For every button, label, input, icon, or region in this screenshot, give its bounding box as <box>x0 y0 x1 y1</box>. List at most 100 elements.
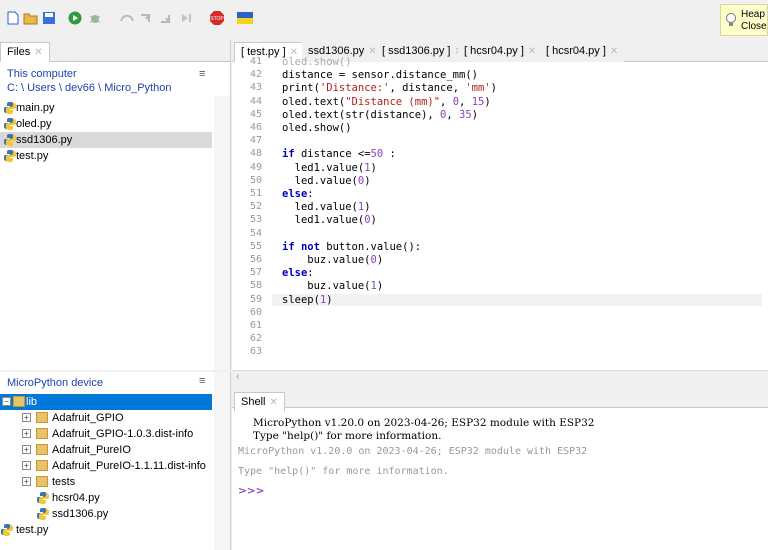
tree-file[interactable]: test.py <box>0 522 48 538</box>
code-line[interactable]: sleep(1) <box>272 293 762 306</box>
code-token: oled.show() <box>282 122 352 134</box>
code-line[interactable]: print('Distance:', distance, 'mm') <box>282 82 497 94</box>
code-line[interactable]: buz.value(0) <box>282 254 383 266</box>
code-token: distance <= <box>294 148 371 161</box>
resume-icon[interactable] <box>178 9 196 27</box>
device-scrollbar[interactable] <box>214 372 230 550</box>
code-line[interactable]: led1.value(0) <box>282 214 377 226</box>
folder-icon <box>36 460 48 471</box>
code-token: : <box>307 188 314 200</box>
line-number: 49 <box>249 161 262 173</box>
device-title: MicroPython device <box>7 377 103 389</box>
code-line[interactable]: distance = sensor.distance_mm() <box>282 69 478 81</box>
code-token: led1.value( <box>282 214 365 227</box>
line-number: 43 <box>249 82 262 94</box>
line-number: 59 <box>249 293 262 305</box>
step-into-icon[interactable] <box>138 9 156 27</box>
code-token: if not <box>282 240 320 253</box>
debug-icon[interactable] <box>86 9 104 27</box>
code-line[interactable]: led1.value(1) <box>282 162 377 174</box>
file-main-py[interactable]: main.py <box>0 100 212 116</box>
code-token: buz.value( <box>282 254 371 266</box>
line-number: 61 <box>249 320 262 331</box>
tab-files[interactable]: Files ✕ <box>0 42 50 62</box>
panel-menu-icon[interactable]: ≡ <box>199 375 205 387</box>
code-line[interactable]: buz.value(1) <box>282 280 383 292</box>
shell-panel: Shell ✕ MicroPython v1.20.0 on 2023-04-26… <box>232 386 768 550</box>
line-number: 57 <box>249 267 262 279</box>
run-icon[interactable] <box>66 9 84 27</box>
python-file-icon <box>37 508 49 520</box>
close-icon[interactable]: ✕ <box>269 397 277 408</box>
expand-icon[interactable]: + <box>22 477 31 486</box>
code-line[interactable]: oled.text(str(distance), 0, 35) <box>282 109 478 121</box>
tree-folder[interactable]: + tests <box>0 474 75 490</box>
code-line[interactable]: else: <box>282 267 314 279</box>
flag-icon[interactable] <box>236 9 254 27</box>
horizontal-scrollbar[interactable]: ‹ <box>232 370 768 384</box>
line-number: 55 <box>249 240 262 252</box>
line-number: 53 <box>249 214 262 226</box>
code-token: else <box>282 267 308 280</box>
python-file-icon <box>4 118 16 130</box>
close-icon[interactable]: ✕ <box>610 46 618 57</box>
code-editor[interactable]: oled.show() distance = sensor.distance_mm… <box>272 56 768 370</box>
code-line[interactable]: oled.show() <box>282 56 352 68</box>
stop-icon[interactable]: STOP <box>208 9 226 27</box>
step-out-icon[interactable] <box>158 9 176 27</box>
files-panel: Files ✕ This computer ≡ C: \ Users \ dev6… <box>0 40 231 370</box>
code-token: : <box>383 148 396 161</box>
code-line[interactable]: oled.show() <box>282 122 352 134</box>
file-ssd1306-py[interactable]: ssd1306.py <box>0 132 212 148</box>
code-line[interactable]: else: <box>282 188 314 200</box>
code-line[interactable]: oled.text("Distance (mm)", 0, 15) <box>282 96 491 108</box>
shell-prompt[interactable]: >>> <box>238 485 264 497</box>
tree-file[interactable]: hcsr04.py <box>36 490 100 506</box>
file-oled-py[interactable]: oled.py <box>0 116 212 132</box>
files-scrollbar[interactable] <box>214 96 230 370</box>
tree-folder[interactable]: + Adafruit_GPIO <box>0 410 124 426</box>
tab-ssd1306-py-2[interactable]: [ ssd1306.py ]✕ <box>376 42 469 62</box>
code-line[interactable]: if not button.value(): <box>282 241 421 253</box>
breadcrumb[interactable]: C: \ Users \ dev66 \ Micro_Python <box>7 82 171 94</box>
folder-icon <box>36 476 48 487</box>
code-line[interactable]: led.value(1) <box>282 201 371 213</box>
tab-shell[interactable]: Shell ✕ <box>234 392 285 412</box>
expand-icon[interactable]: + <box>22 413 31 422</box>
tree-folder[interactable]: + Adafruit_PureIO-1.1.11.dist-info <box>0 458 206 474</box>
file-test-py[interactable]: test.py <box>0 148 212 164</box>
save-icon[interactable] <box>40 9 58 27</box>
collapse-icon[interactable]: − <box>2 397 11 406</box>
step-over-icon[interactable] <box>118 9 136 27</box>
line-number: 42 <box>249 69 262 81</box>
code-line[interactable]: led.value(0) <box>282 175 371 187</box>
line-number: 56 <box>249 254 262 265</box>
expand-icon[interactable]: + <box>22 429 31 438</box>
code-token: ) <box>370 214 377 227</box>
open-file-icon[interactable] <box>22 9 40 27</box>
tree-lib[interactable]: − lib <box>0 394 212 410</box>
new-file-icon[interactable] <box>4 9 22 27</box>
code-token: else <box>282 188 308 200</box>
folder-icon <box>36 428 48 439</box>
tab-hcsr04-py-2[interactable]: [ hcsr04.py ] ✕ <box>540 42 625 62</box>
line-number: 47 <box>249 135 262 147</box>
code-token: if <box>282 148 295 161</box>
tab-hcsr04-py[interactable]: [ hcsr04.py ] ✕ <box>458 42 543 62</box>
close-icon[interactable]: ✕ <box>34 47 42 58</box>
code-token: ) <box>471 108 479 121</box>
expand-icon[interactable]: + <box>22 461 31 470</box>
code-token: : <box>307 267 314 280</box>
close-icon[interactable]: ✕ <box>528 46 536 57</box>
code-token: oled.text( <box>282 95 346 108</box>
tree-file[interactable]: ssd1306.py <box>36 506 108 522</box>
tree-folder[interactable]: + Adafruit_PureIO <box>0 442 131 458</box>
expand-icon[interactable]: + <box>22 445 31 454</box>
code-line[interactable]: if distance <=50 : <box>282 148 396 160</box>
line-number: 48 <box>249 148 262 160</box>
code-token: ) <box>326 293 333 306</box>
python-file-icon <box>1 524 13 536</box>
tree-folder[interactable]: + Adafruit_GPIO-1.0.3.dist-info <box>0 426 193 442</box>
heap-button[interactable]: Heap Close <box>720 4 768 36</box>
panel-menu-icon[interactable]: ≡ <box>199 68 205 80</box>
